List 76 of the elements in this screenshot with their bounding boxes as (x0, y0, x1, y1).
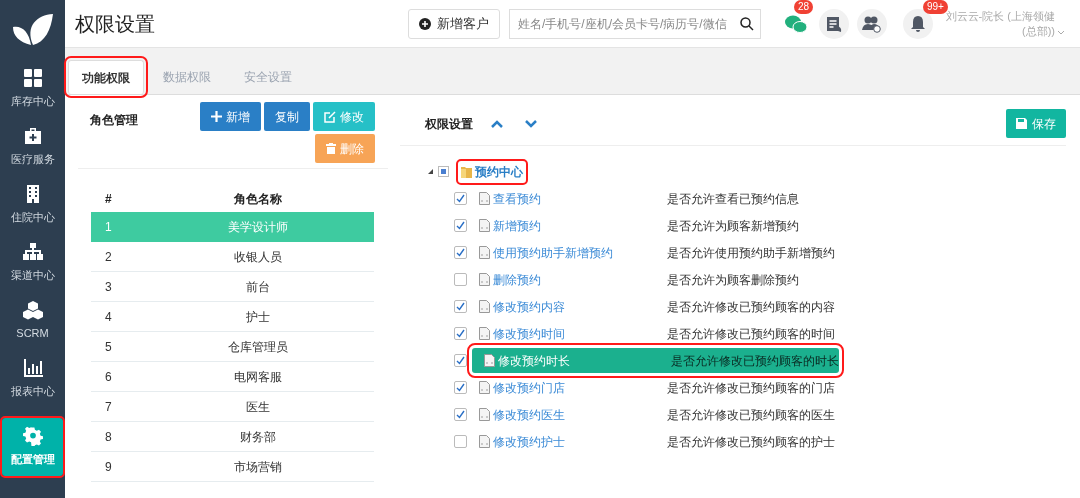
checkbox[interactable] (454, 300, 467, 313)
permission-row[interactable]: 修改预约内容 是否允许修改已预约顾客的内容 (479, 297, 1066, 316)
role-row[interactable]: 4 护士 (91, 302, 374, 332)
grid-icon (22, 68, 43, 89)
butterfly-logo (10, 12, 55, 48)
medical-kit-icon (22, 126, 43, 147)
role-row[interactable]: 2 收银人员 (91, 242, 374, 272)
add-customer-button[interactable]: 新增客户 (408, 8, 500, 39)
panel-title: 角色管理 (90, 112, 139, 129)
role-row[interactable]: 9 市场营销 (91, 452, 374, 482)
checkbox[interactable] (454, 327, 467, 340)
nav-item[interactable]: 库存中心 (0, 60, 65, 118)
tree-group-label[interactable]: 预约中心 (458, 160, 526, 183)
checkbox[interactable] (454, 435, 467, 448)
role-row[interactable]: 6 电网客服 (91, 362, 374, 392)
edit-icon (324, 110, 336, 123)
permission-row[interactable]: 新增预约 是否允许为顾客新增预约 (479, 216, 1066, 235)
permission-row[interactable]: 修改预约门店 是否允许修改已预约顾客的门店 (479, 378, 1066, 397)
file-icon (479, 381, 490, 394)
chat-icon[interactable] (785, 14, 807, 33)
file-icon (479, 435, 490, 448)
nav-item[interactable]: 医疗服务 (0, 118, 65, 176)
people-icon[interactable] (862, 14, 882, 33)
nav-item[interactable]: SCRM (0, 292, 65, 350)
settings-icon (22, 426, 43, 447)
clipboard-icon[interactable] (825, 14, 843, 33)
trash-icon (326, 143, 336, 154)
chevron-down-icon[interactable] (525, 119, 537, 128)
permission-row[interactable]: 修改预约护士 是否允许修改已预约顾客的护士 (479, 432, 1066, 451)
file-icon (479, 246, 490, 259)
page-title: 权限设置 (75, 11, 156, 37)
checkbox[interactable] (454, 273, 467, 286)
permission-row[interactable]: 使用预约助手新增预约 是否允许使用预约助手新增预约 (479, 243, 1066, 262)
file-icon (484, 354, 495, 367)
partial-checkbox[interactable] (438, 166, 449, 177)
checkbox[interactable] (454, 408, 467, 421)
cubes-icon (22, 300, 43, 321)
file-icon (479, 408, 490, 421)
nav-item[interactable]: 报表中心 (0, 350, 65, 408)
nav-item[interactable]: 住院中心 (0, 176, 65, 234)
search-field[interactable]: 姓名/手机号/座机/会员卡号/病历号/微信 (509, 8, 761, 39)
role-row[interactable]: 7 医生 (91, 392, 374, 422)
column-header: 角色名称 (232, 190, 283, 208)
role-row[interactable]: 5 仓库管理员 (91, 332, 374, 362)
file-icon (479, 219, 490, 232)
plus-circle-icon (419, 17, 431, 30)
chevron-up-icon[interactable] (491, 119, 503, 128)
checkbox[interactable] (454, 246, 467, 259)
search-icon (740, 16, 754, 31)
file-icon (479, 300, 490, 313)
notification-badge: 99+ (923, 0, 948, 14)
sitemap-icon (22, 242, 43, 263)
checkbox[interactable] (454, 354, 467, 367)
plus-icon (211, 111, 222, 122)
nav-item[interactable]: 渠道中心 (0, 234, 65, 292)
notification-badge: 28 (794, 0, 814, 14)
permission-row[interactable]: 删除预约 是否允许为顾客删除预约 (479, 270, 1066, 289)
file-icon (479, 327, 490, 340)
add-button[interactable]: 新增 (200, 102, 261, 131)
file-icon (479, 192, 490, 205)
bell-icon[interactable] (910, 14, 926, 33)
permission-row[interactable]: 修改预约医生 是否允许修改已预约顾客的医生 (479, 405, 1066, 424)
expand-toggle-icon[interactable] (428, 169, 433, 174)
copy-button[interactable]: 复制 (264, 102, 310, 131)
checkbox[interactable] (454, 219, 467, 232)
permission-row[interactable]: 修改预约时间 是否允许修改已预约顾客的时间 (479, 324, 1066, 343)
bar-chart-icon (22, 358, 43, 379)
role-row[interactable]: 3 前台 (91, 272, 374, 302)
checkbox[interactable] (454, 381, 467, 394)
panel-title: 权限设置 (425, 115, 473, 133)
role-row[interactable]: 8 财务部 (91, 422, 374, 452)
folder-icon (461, 165, 472, 178)
file-icon (479, 273, 490, 286)
permission-row[interactable]: 查看预约 是否允许查看已预约信息 (479, 189, 1066, 208)
column-header: # (104, 190, 113, 208)
checkbox[interactable] (454, 192, 467, 205)
